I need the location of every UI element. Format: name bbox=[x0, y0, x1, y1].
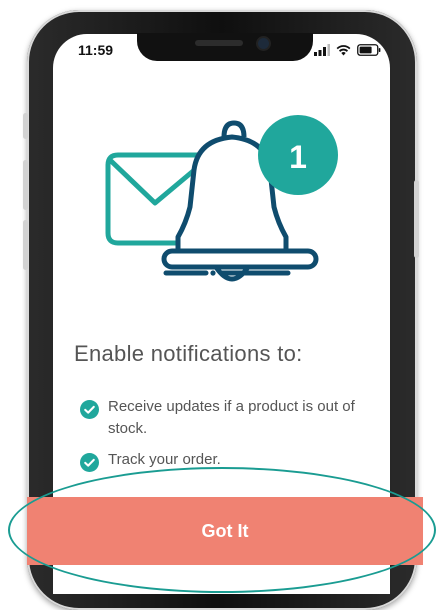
battery-icon bbox=[357, 44, 381, 56]
bullet-text: Receive updates if a product is out of s… bbox=[108, 398, 355, 437]
phone-power-button bbox=[414, 180, 419, 258]
notifications-heading: Enable notifications to: bbox=[74, 341, 303, 366]
notification-illustration: 1 bbox=[105, 115, 338, 282]
phone-side-button bbox=[23, 113, 28, 139]
check-circle-icon bbox=[80, 453, 99, 472]
bullet-text: Track your order. bbox=[108, 451, 221, 468]
check-circle-icon bbox=[80, 400, 99, 419]
status-icons bbox=[314, 43, 381, 57]
notification-badge: 1 bbox=[258, 115, 338, 195]
wifi-icon bbox=[336, 45, 351, 56]
signal-bars-icon bbox=[314, 44, 330, 56]
list-item: Track your order. bbox=[80, 449, 380, 472]
list-item: Receive updates if a product is out of s… bbox=[80, 396, 380, 440]
phone-notch bbox=[137, 33, 313, 61]
speaker-grille bbox=[195, 40, 243, 46]
phone-volume-down-button bbox=[23, 220, 28, 270]
got-it-button[interactable]: Got It bbox=[27, 497, 423, 565]
front-camera bbox=[258, 38, 269, 49]
badge-count: 1 bbox=[289, 139, 307, 175]
phone-volume-up-button bbox=[23, 160, 28, 210]
status-time: 11:59 bbox=[78, 42, 114, 58]
